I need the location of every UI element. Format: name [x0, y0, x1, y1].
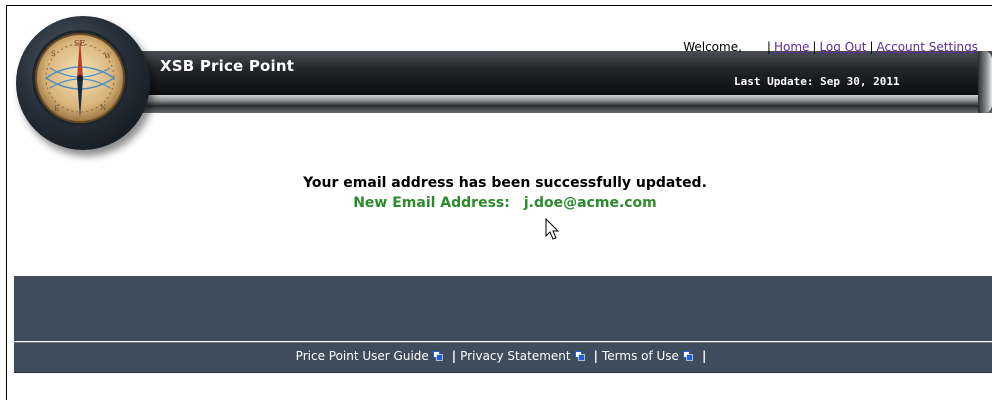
nav-separator: | [869, 40, 874, 54]
log-out-link[interactable]: Log Out [819, 40, 866, 54]
svg-text:SE: SE [74, 39, 85, 48]
header-bar-rim [110, 95, 992, 113]
nav-separator: | [812, 40, 817, 54]
external-window-icon[interactable] [574, 350, 585, 361]
nav-separator: | [766, 40, 771, 54]
header-bar-end [978, 51, 992, 113]
account-settings-link[interactable]: Account Settings [877, 40, 978, 54]
svg-text:E: E [54, 105, 59, 113]
footer-links: Price Point User Guide | Privacy Statement… [14, 342, 992, 373]
privacy-statement-link[interactable]: Privacy Statement [460, 349, 570, 363]
success-message: Your email address has been successfully… [303, 175, 707, 191]
compass-logo: SE S W E N [16, 16, 150, 150]
footer-separator: | [593, 349, 598, 363]
new-email-value: j.doe@acme.com [523, 195, 657, 211]
external-window-icon[interactable] [682, 350, 693, 361]
mouse-cursor-icon [545, 218, 560, 240]
compass-icon: SE S W E N [32, 30, 128, 126]
external-window-icon[interactable] [432, 350, 443, 361]
footer-separator: | [451, 349, 457, 363]
new-email-label: New Email Address: [353, 195, 510, 211]
terms-of-use-link[interactable]: Terms of Use [602, 349, 679, 363]
new-email-line: New Email Address: j.doe@acme.com [0, 195, 992, 211]
svg-text:N: N [100, 104, 106, 112]
top-nav: Welcome, | Home | Log Out | Account Settings [683, 40, 978, 54]
last-update: Last Update: Sep 30, 2011 [734, 75, 900, 88]
svg-text:W: W [104, 52, 112, 60]
footer-band [14, 276, 992, 341]
footer-separator: | [701, 349, 707, 363]
svg-text:S: S [51, 50, 56, 58]
welcome-text: Welcome, [683, 40, 742, 54]
home-link[interactable]: Home [774, 40, 809, 54]
app-title: XSB Price Point [160, 57, 295, 75]
user-guide-link[interactable]: Price Point User Guide [296, 349, 429, 363]
